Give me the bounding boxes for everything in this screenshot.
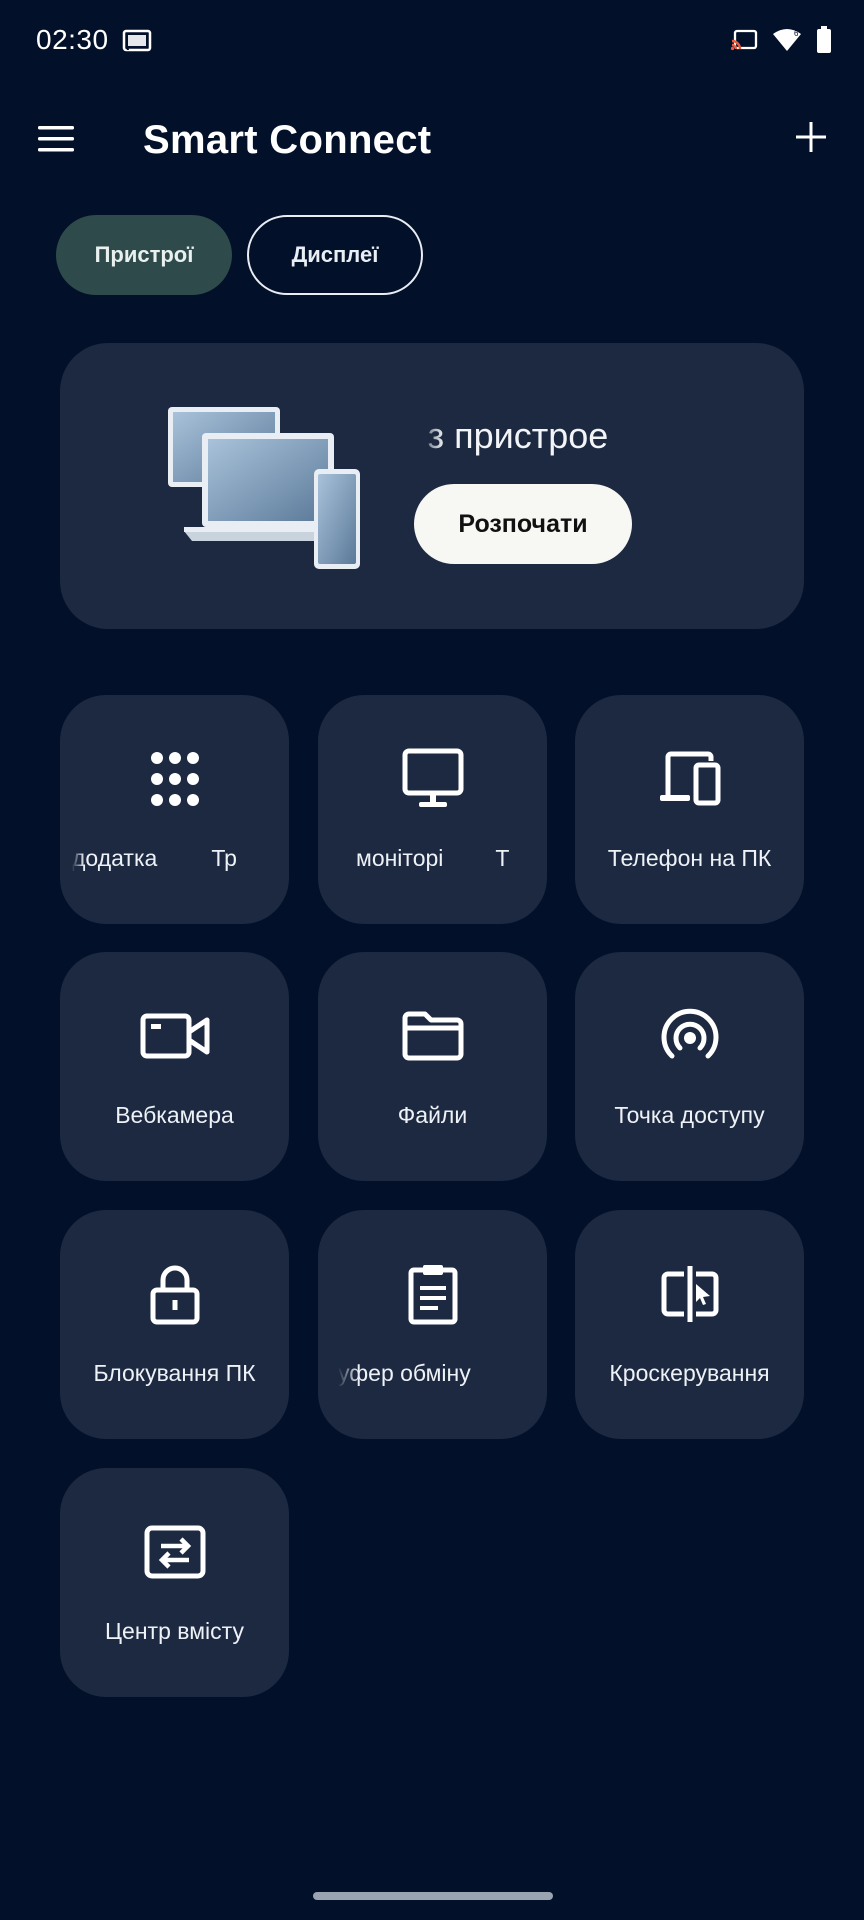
tile-label: уфер обміну <box>338 1360 471 1386</box>
tile-files[interactable]: Файли <box>318 952 547 1181</box>
tile-webcam[interactable]: Вебкамера <box>60 952 289 1181</box>
tile-hotspot[interactable]: Точка доступу <box>575 952 804 1181</box>
plus-icon <box>796 122 826 152</box>
tile-pc-lock[interactable]: Блокування ПК <box>60 1210 289 1439</box>
svg-text:6: 6 <box>794 29 799 38</box>
screen-cast-icon <box>122 29 152 53</box>
clipboard-icon <box>401 1262 465 1326</box>
tile-apps[interactable]: додатка Тр <box>60 695 289 924</box>
tile-label: моніторі Т <box>356 845 510 871</box>
tile-monitor[interactable]: моніторі Т <box>318 695 547 924</box>
banner-text: нити з пристрое <box>415 415 609 456</box>
hamburger-icon <box>38 126 74 152</box>
tile-label: Файли <box>397 1102 468 1128</box>
status-time: 02:30 <box>36 24 109 55</box>
webcam-icon <box>140 1004 209 1068</box>
add-button[interactable] <box>794 120 828 154</box>
tile-label: Блокування ПК <box>93 1360 256 1386</box>
tile-clipboard[interactable]: уфер обміну <box>318 1210 547 1439</box>
cast-icon <box>730 29 758 51</box>
tile-content-center[interactable]: Центр вмісту <box>60 1468 289 1697</box>
app-title: Smart Connect <box>143 118 432 162</box>
cross-control-icon <box>658 1262 722 1326</box>
phone-to-pc-icon <box>658 747 722 811</box>
home-indicator[interactable] <box>313 1892 553 1900</box>
menu-button[interactable] <box>36 122 78 156</box>
devices-illustration <box>164 405 364 585</box>
tile-label: додатка Тр <box>72 845 237 871</box>
folder-icon <box>401 1004 465 1068</box>
lock-icon <box>143 1262 207 1326</box>
apps-grid-icon <box>143 747 207 811</box>
get-started-banner: нити з пристрое Розпочати <box>60 343 804 629</box>
tab-devices[interactable]: Пристрої <box>56 215 232 295</box>
tile-label: Телефон на ПК <box>607 845 772 871</box>
start-button[interactable]: Розпочати <box>414 484 632 564</box>
tile-label: Точка доступу <box>614 1102 765 1128</box>
tile-label: Вебкамера <box>115 1102 234 1128</box>
tab-displays[interactable]: Дисплеї <box>247 215 423 295</box>
tile-cross-control[interactable]: Кроскерування <box>575 1210 804 1439</box>
battery-icon <box>816 26 832 54</box>
tile-label: Кроскерування <box>609 1360 770 1386</box>
hotspot-icon <box>658 1004 722 1068</box>
status-icons: 6 <box>730 26 832 54</box>
tile-label: Центр вмісту <box>105 1618 244 1644</box>
wifi-icon: 6 <box>772 27 802 53</box>
status-bar: 02:30 6 <box>0 0 864 84</box>
content-center-icon <box>143 1520 207 1584</box>
monitor-icon <box>401 747 465 811</box>
tile-phone-to-pc[interactable]: Телефон на ПК <box>575 695 804 924</box>
